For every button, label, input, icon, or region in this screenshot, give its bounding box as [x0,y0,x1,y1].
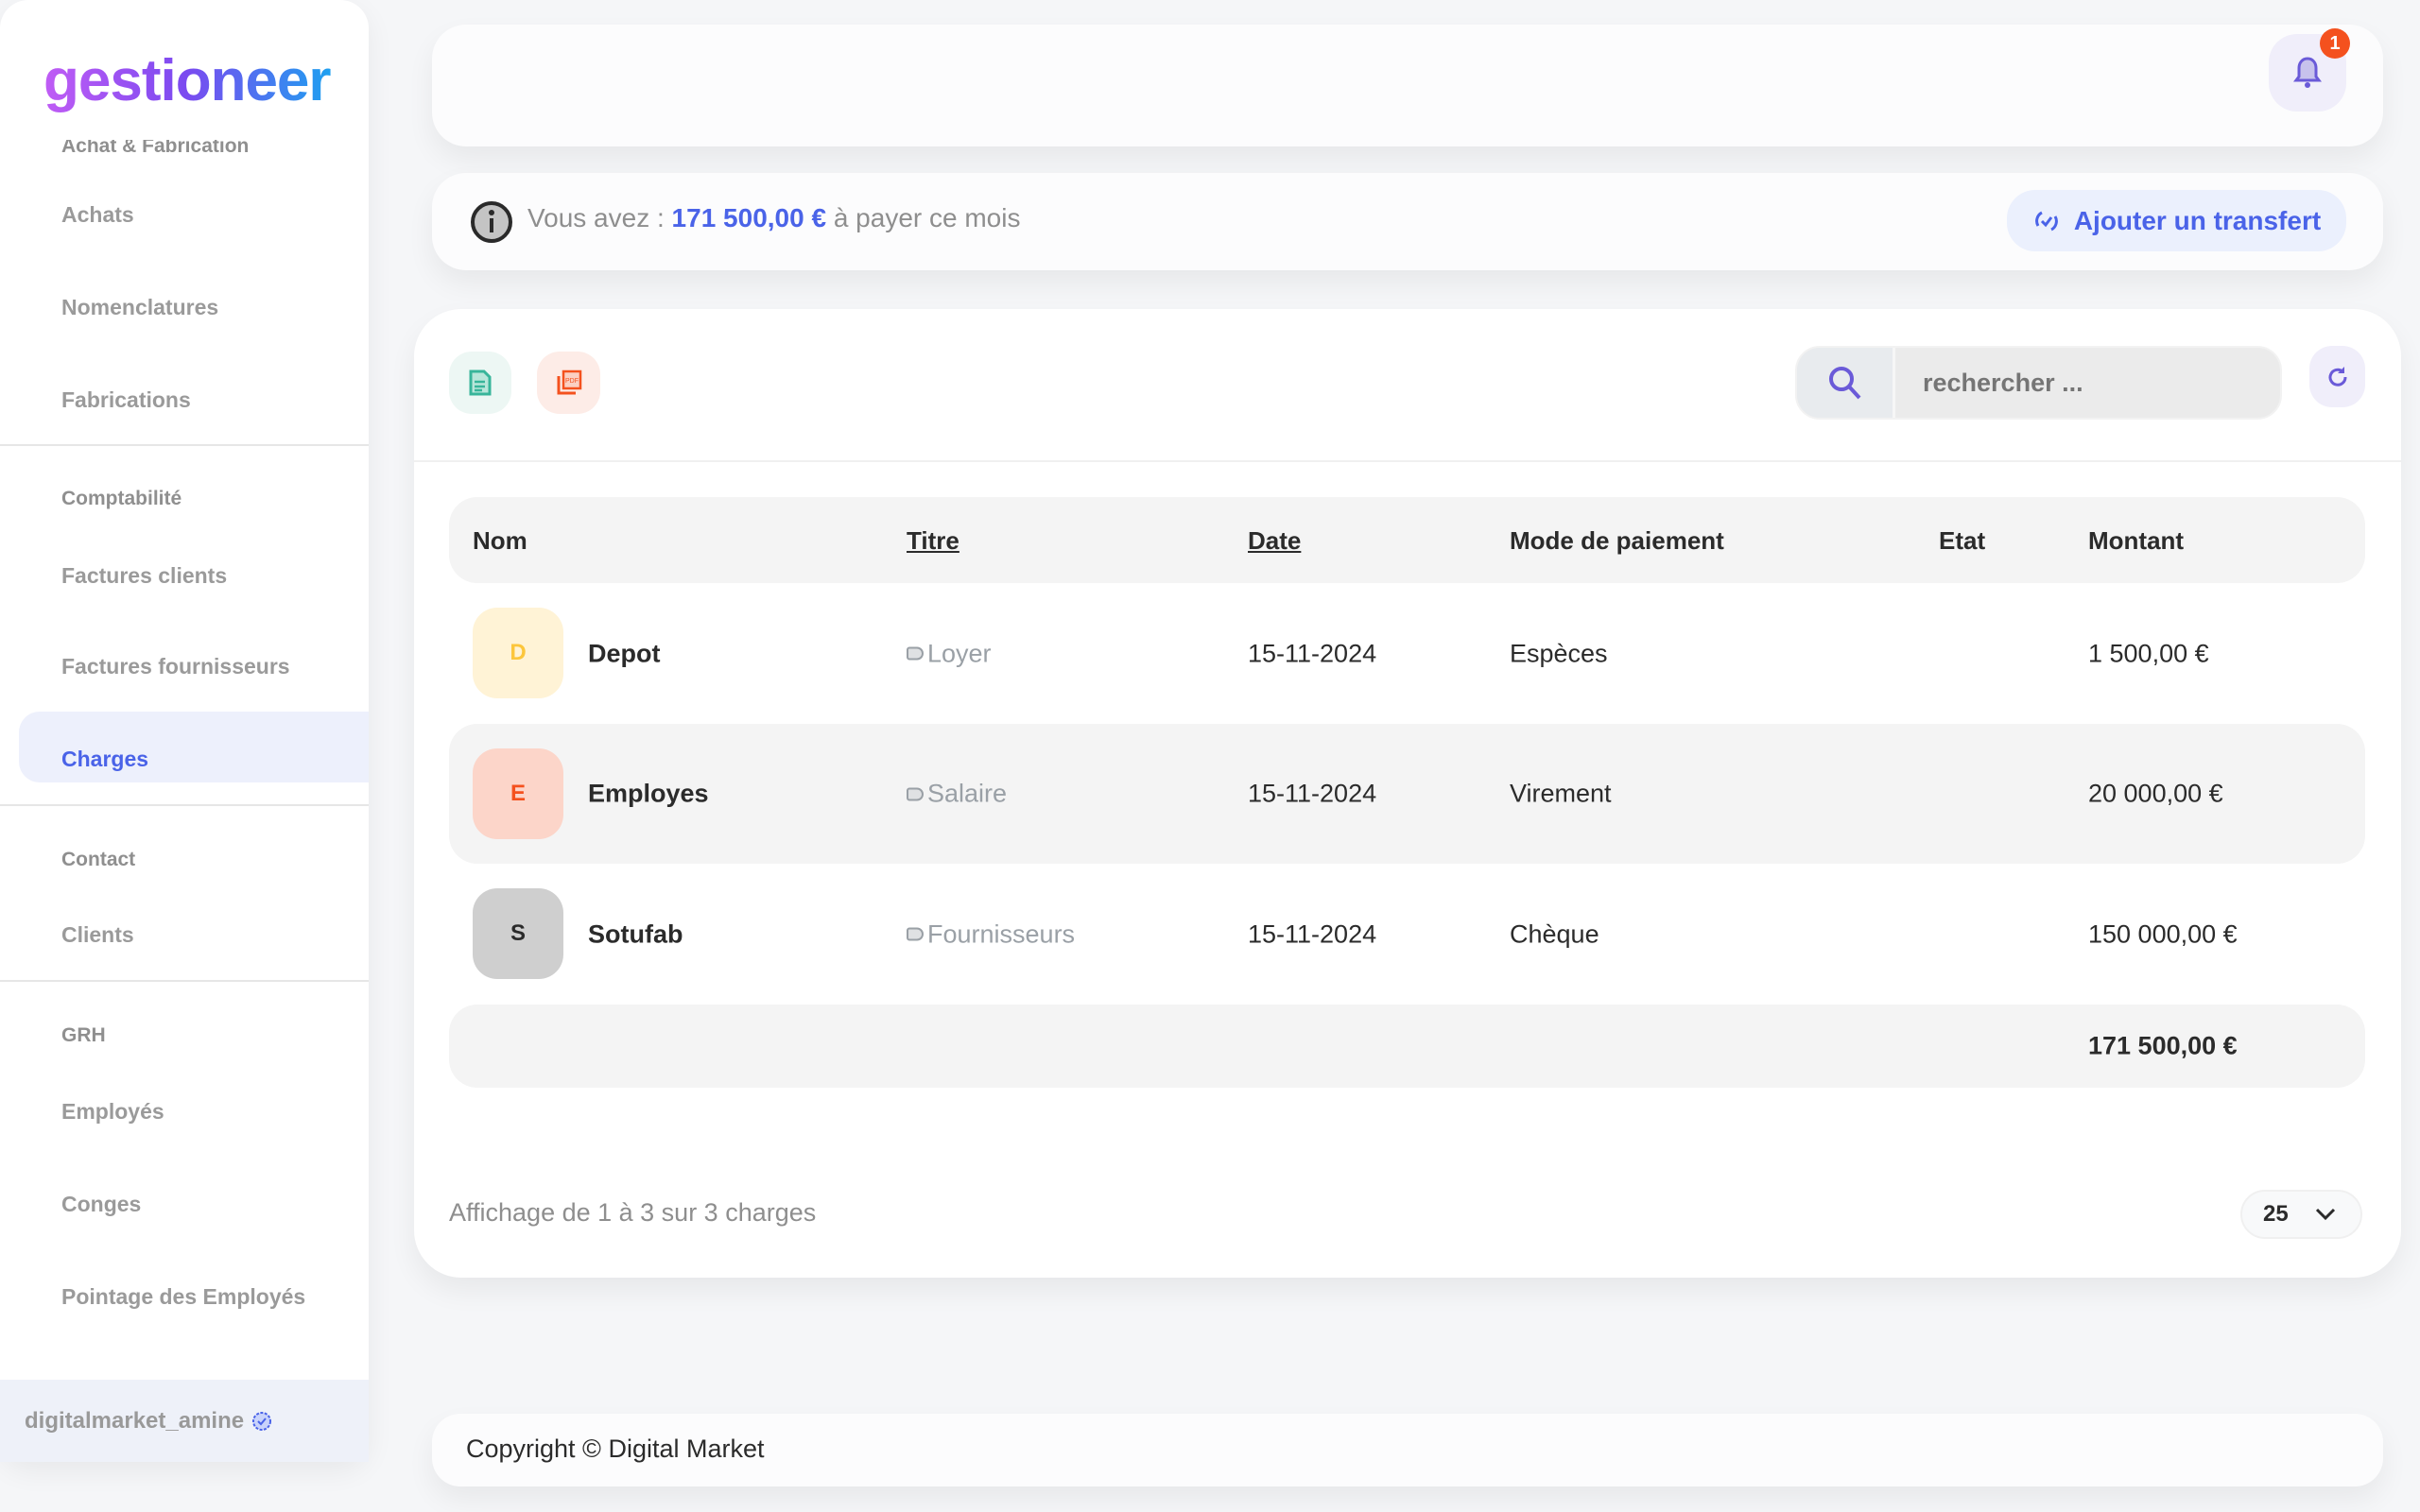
logo: gestioneer [43,48,332,113]
tag-icon [907,646,924,661]
row-date: 15-11-2024 [1248,639,1377,667]
sidebar-item-nomenclatures[interactable]: Nomenclatures [61,295,218,320]
search-icon [1828,367,1860,400]
divider [0,980,369,982]
col-mode[interactable]: Mode de paiement [1510,526,1724,556]
row-title: Loyer [907,639,992,668]
row-name: Sotufab [588,919,683,948]
section-achat-fabrication: Achat & Fabrication [61,140,250,157]
page-size-select[interactable]: 25 [2240,1190,2362,1239]
divider [414,460,2401,462]
tag-icon [907,927,924,941]
copyright: Copyright © Digital Market [466,1435,765,1463]
chevron-down-icon [2315,1208,2335,1221]
row-amount: 1 500,00 € [2088,639,2209,667]
add-transfer-label: Ajouter un transfert [2073,205,2322,235]
col-montant[interactable]: Montant [2088,526,2184,556]
top-header: 1 [432,25,2383,146]
section-comptabilite: Comptabilité [61,488,182,509]
section-contact: Contact [61,849,136,870]
info-icon [471,201,512,243]
refresh-button[interactable] [2309,346,2365,407]
sidebar-item-achats[interactable]: Achats [61,202,134,228]
total-amount: 171 500,00 € [2088,1031,2238,1060]
export-pdf-button[interactable]: PDF [537,352,600,414]
divider [0,444,369,446]
table-row[interactable]: S Sotufab Fournisseurs 15-11-2024 Chèque… [449,864,2365,1005]
col-date[interactable]: Date [1248,526,1301,556]
add-transfer-button[interactable]: Ajouter un transfert [2007,190,2346,251]
footer: Copyright © Digital Market [432,1414,2383,1486]
row-amount: 150 000,00 € [2088,919,2238,948]
row-title: Salaire [907,780,1007,809]
amount-due: 171 500,00 € [671,203,827,232]
sidebar-item-factures-fournisseurs[interactable]: Factures fournisseurs [61,654,290,679]
pagination-summary: Affichage de 1 à 3 sur 3 charges [449,1198,817,1227]
avatar: S [473,888,563,979]
username: digitalmarket_amine [25,1407,245,1434]
row-date: 15-11-2024 [1248,779,1377,808]
row-name: Depot [588,639,661,667]
document-icon [469,369,492,396]
search-button[interactable] [1797,348,1895,418]
search-group [1795,346,2282,420]
row-title: Fournisseurs [907,919,1075,949]
row-mode: Chèque [1510,919,1599,948]
col-etat[interactable]: Etat [1939,526,1985,556]
row-date: 15-11-2024 [1248,919,1377,948]
row-name: Employes [588,779,709,808]
tag-icon [907,787,924,800]
export-excel-button[interactable] [449,352,511,414]
sidebar-item-employes[interactable]: Employés [61,1099,164,1125]
sidebar-item-conges[interactable]: Conges [61,1192,141,1217]
svg-text:PDF: PDF [565,378,579,385]
col-titre[interactable]: Titre [907,526,959,556]
payment-summary: Vous avez : 171 500,00 € à payer ce mois [527,203,1021,232]
notification-button[interactable]: 1 [2269,28,2350,112]
sidebar-item-fabrications[interactable]: Fabrications [61,387,191,413]
user-profile[interactable]: digitalmarket_amine [0,1380,369,1462]
table-row[interactable]: E Employes Salaire 15-11-2024 Virement 2… [449,724,2365,864]
verified-icon [252,1411,272,1431]
section-grh: GRH [61,1024,106,1046]
row-mode: Espèces [1510,639,1608,667]
page-size-value: 25 [2263,1201,2289,1227]
row-amount: 20 000,00 € [2088,779,2223,808]
sidebar-item-pointage[interactable]: Pointage des Employés [61,1284,305,1310]
notification-badge: 1 [2320,28,2350,59]
sidebar-item-clients[interactable]: Clients [61,922,134,948]
table-row[interactable]: D Depot Loyer 15-11-2024 Espèces 1 500,0… [449,583,2365,724]
bell-icon [2293,57,2322,88]
sync-check-icon [2034,211,2058,231]
row-mode: Virement [1510,779,1612,808]
pdf-icon: PDF [557,369,581,395]
sidebar: gestioneer Achat & Fabrication Achats No… [0,0,369,1462]
sidebar-item-factures-clients[interactable]: Factures clients [61,563,227,589]
table-header [449,497,2365,583]
avatar: E [473,748,563,839]
col-nom[interactable]: Nom [473,526,527,556]
avatar: D [473,608,563,698]
refresh-icon [2328,366,2347,387]
search-input[interactable] [1898,348,2276,418]
info-bar: Vous avez : 171 500,00 € à payer ce mois… [432,173,2383,270]
sidebar-item-charges-label[interactable]: Charges [61,747,148,772]
divider [0,804,369,806]
table-total-row: 171 500,00 € [449,1005,2365,1088]
